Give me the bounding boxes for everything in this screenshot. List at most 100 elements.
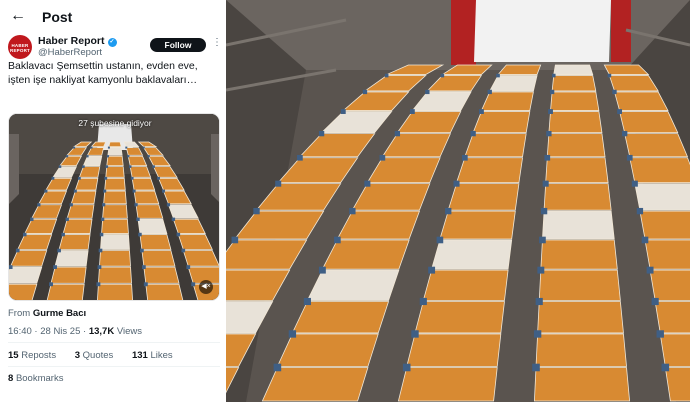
tray-spacer [103,189,107,193]
tray-spacer [9,265,13,269]
baklava-tray [105,166,125,178]
bookmarks-stat[interactable]: 8 Bookmarks [8,373,63,384]
likes-stat[interactable]: 131 Likes [132,350,181,361]
avatar-logo-text: HABER REPORT [10,43,30,53]
tray-spacer [147,155,150,158]
video-source: From Gurme Bacı [8,308,86,319]
tray-spacer [626,154,633,161]
baklava-tray [66,204,95,219]
speaker-muted-icon[interactable]: ◀× [199,280,213,294]
baklava-tray [54,250,89,267]
reposts-stat[interactable]: 15 Reposts [8,350,64,361]
baklava-tray [542,210,615,240]
source-name[interactable]: Gurme Bacı [33,308,86,319]
tray-spacer [303,297,311,306]
avatar[interactable]: HABER REPORT [8,35,32,59]
tray-spacer [549,89,555,95]
account-name[interactable]: Haber Report ✓ [38,35,117,47]
tray-spacer [551,73,556,78]
baklava-tray [553,64,594,75]
baklava-tray [543,183,612,211]
tray-spacer [176,232,181,237]
account-handle[interactable]: @HaberReport [38,47,102,58]
from-label: From [8,308,31,319]
baklava-truck-interior-image [226,0,690,402]
baklava-tray [9,266,43,284]
tray-spacer [542,180,549,187]
more-vertical-icon[interactable]: ⋮ [212,37,222,48]
baklava-tray [261,367,369,402]
baklava-tray [306,269,400,301]
tray-spacer [57,248,61,253]
tray-spacer [65,155,69,158]
baklava-tray [291,301,390,334]
baklava-tray [107,147,123,156]
tray-spacer [384,73,389,78]
tray-spacer [537,266,545,274]
tray-spacer [409,109,415,114]
views-count: 13,7K [88,326,115,337]
tray-spacer [97,265,102,269]
baklava-tray [145,283,184,300]
tray-spacer [631,180,638,187]
tray-spacer [73,146,76,149]
tray-spacer [651,297,659,306]
divider [8,366,220,367]
baklava-tray [619,111,679,134]
tray-spacer [166,203,171,207]
post-date[interactable]: 28 Nis 25 [40,326,80,337]
tray-spacer [23,232,27,237]
baklava-tray [104,177,126,191]
arrow-left-icon[interactable]: ← [10,7,26,25]
baklava-tray [535,333,627,367]
page-title: Post [42,9,73,25]
tray-spacer [641,236,649,244]
baklava-tray [129,166,152,178]
baklava-tray [464,133,527,158]
baklava-tray [70,190,97,205]
baklava-tray [533,367,631,402]
baklava-tray [548,111,603,134]
tray-spacer [37,203,41,207]
baklava-tray [131,177,156,191]
baklava-tray [137,218,168,234]
post-video-thumbnail[interactable]: 27 şubesine gidiyor ◀× [8,113,220,301]
tray-spacer [69,203,73,207]
tray-spacer [546,130,552,137]
tray-spacer [105,165,109,168]
tray-spacer [253,207,260,215]
divider [8,342,220,343]
tray-spacer [617,109,623,114]
tray-spacer [30,217,34,221]
tray-spacer [15,248,20,253]
baklava-tray [455,157,524,184]
tray-spacer [98,248,103,253]
post-meta: 16:40 · 28 Nis 25 · 13,7K Views [8,326,142,337]
quotes-label: Quotes [82,350,114,361]
tray-spacer [134,203,138,207]
tray-spacer [128,165,132,168]
tray-spacer [533,330,542,338]
post-text: Baklavacı Şemsettin ustanın, evden eve, … [8,60,198,86]
baklava-tray [447,183,520,211]
baklava-tray [97,283,133,300]
baklava-tray [480,91,534,111]
tray-spacer [479,109,484,114]
baklava-tray [545,157,609,184]
baklava-tray [135,204,164,219]
tray-spacer [607,73,612,78]
baklava-tray [439,210,516,240]
tray-spacer [445,207,452,215]
tray-spacer [152,165,155,168]
reposts-count: 15 [8,350,19,361]
tray-spacer [61,232,65,237]
quotes-stat[interactable]: 3 Quotes [75,350,122,361]
follow-button[interactable]: Follow [150,38,206,52]
tray-spacer [102,203,106,207]
tray-spacer [132,189,136,193]
tray-spacer [181,248,186,253]
baklava-tray [634,183,690,211]
baklava-tray [422,269,509,301]
baklava-tray [106,155,124,167]
post-time[interactable]: 16:40 [8,326,32,337]
